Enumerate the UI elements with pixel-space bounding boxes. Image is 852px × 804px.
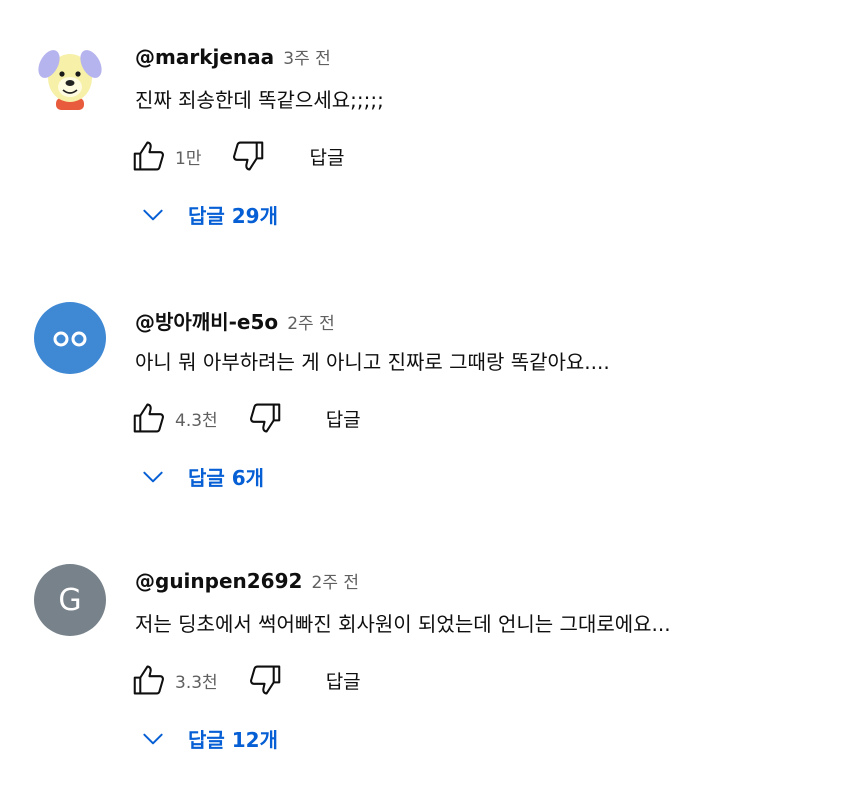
- comment-item: @markjenaa 3주 전 진짜 죄송한데 똑같으세요;;;;; 1만 답글…: [0, 40, 852, 280]
- like-button[interactable]: [130, 661, 168, 699]
- avatar[interactable]: [34, 40, 106, 112]
- comment-text: 진짜 죄송한데 똑같으세요;;;;;: [135, 88, 384, 112]
- like-button[interactable]: [130, 399, 168, 437]
- comment-header: @guinpen2692 2주 전: [135, 568, 359, 593]
- view-replies-label: 답글 6개: [188, 466, 265, 490]
- thumbs-down-icon: [233, 141, 264, 171]
- comment-author[interactable]: @markjenaa: [135, 45, 274, 69]
- view-replies-label: 답글 29개: [188, 204, 278, 228]
- like-count: 1만: [175, 148, 202, 169]
- view-replies-label: 답글 12개: [188, 728, 278, 752]
- comment-time[interactable]: 2주 전: [312, 573, 360, 593]
- comment-item: @방아깨비-e5o 2주 전 아니 뭐 아부하려는 게 아니고 진짜로 그때랑 …: [0, 302, 852, 542]
- avatar[interactable]: G: [34, 564, 106, 636]
- eyes-avatar-icon: [53, 331, 87, 347]
- reply-button[interactable]: 답글: [326, 667, 361, 694]
- comment-text: 저는 딩초에서 썩어빠진 회사원이 되었는데 언니는 그대로에요...: [135, 612, 671, 636]
- like-button[interactable]: [130, 137, 168, 175]
- like-count: 4.3천: [175, 410, 218, 431]
- thumbs-up-icon: [133, 665, 164, 695]
- view-replies-button[interactable]: 답글 6개: [140, 462, 264, 491]
- view-replies-button[interactable]: 답글 12개: [140, 724, 278, 753]
- chevron-down-icon: [143, 471, 163, 482]
- thumbs-down-icon: [249, 403, 280, 433]
- thumbs-down-icon: [249, 665, 280, 695]
- thumbs-up-icon: [133, 403, 164, 433]
- dislike-button[interactable]: [229, 137, 267, 175]
- comment-actions: 3.3천 답글: [130, 660, 361, 700]
- comment-time[interactable]: 2주 전: [287, 314, 335, 334]
- comment-time[interactable]: 3주 전: [283, 49, 331, 69]
- dislike-button[interactable]: [246, 661, 284, 699]
- comment-text: 아니 뭐 아부하려는 게 아니고 진짜로 그때랑 똑같아요....: [135, 350, 610, 374]
- reply-button[interactable]: 답글: [309, 143, 344, 170]
- avatar[interactable]: [34, 302, 106, 374]
- comment-header: @방아깨비-e5o 2주 전: [135, 306, 335, 335]
- comment-actions: 4.3천 답글: [130, 398, 361, 438]
- like-count: 3.3천: [175, 672, 218, 693]
- comment-header: @markjenaa 3주 전: [135, 44, 331, 69]
- comment-author[interactable]: @guinpen2692: [135, 569, 302, 593]
- dislike-button[interactable]: [246, 399, 284, 437]
- comment-author[interactable]: @방아깨비-e5o: [135, 310, 278, 334]
- comment-actions: 1만 답글: [130, 136, 344, 176]
- view-replies-button[interactable]: 답글 29개: [140, 200, 278, 229]
- dog-character-avatar-icon: [34, 40, 106, 112]
- chevron-down-icon: [143, 209, 163, 220]
- chevron-down-icon: [143, 733, 163, 744]
- comment-item: G @guinpen2692 2주 전 저는 딩초에서 썩어빠진 회사원이 되었…: [0, 564, 852, 804]
- reply-button[interactable]: 답글: [326, 405, 361, 432]
- thumbs-up-icon: [133, 141, 164, 171]
